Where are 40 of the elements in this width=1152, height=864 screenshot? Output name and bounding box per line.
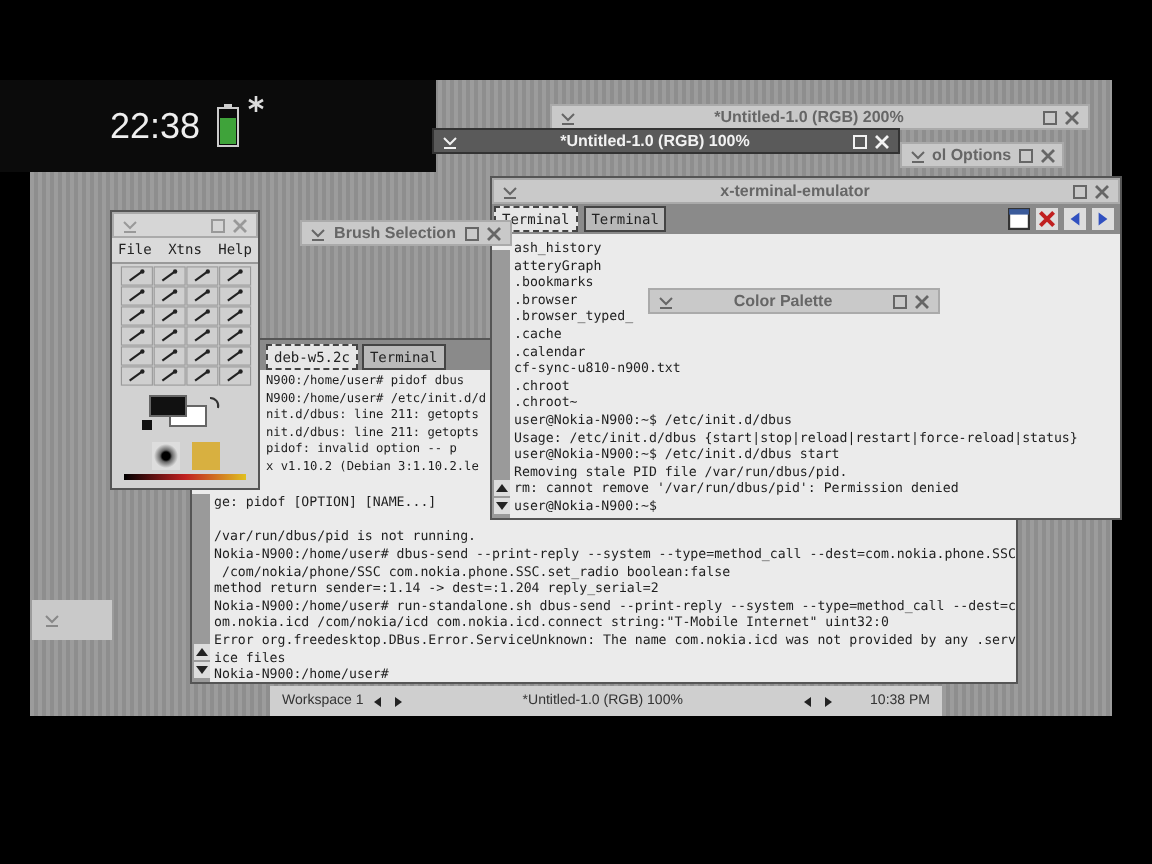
window-title: *Untitled-1.0 (RGB) 200% — [712, 108, 906, 126]
minimize-icon[interactable] — [560, 109, 576, 125]
close-tab-icon[interactable] — [1036, 208, 1058, 230]
gradient-preview[interactable] — [124, 474, 246, 480]
maximize-icon[interactable] — [1017, 147, 1034, 163]
window-title: Color Palette — [731, 292, 835, 310]
close-icon[interactable] — [1039, 147, 1056, 163]
brush-preview[interactable] — [151, 442, 179, 470]
left-arrow-icon[interactable] — [1064, 208, 1086, 230]
scrollbar[interactable] — [192, 494, 210, 682]
close-icon[interactable] — [486, 225, 502, 241]
window-title: x-terminal-emulator — [718, 182, 872, 200]
minimize-icon[interactable] — [910, 147, 926, 163]
clock: 22:38 — [110, 105, 201, 147]
maximize-icon[interactable] — [464, 225, 480, 241]
minimize-icon[interactable] — [658, 293, 674, 309]
right-arrow-icon[interactable] — [391, 695, 404, 707]
close-icon[interactable] — [914, 293, 930, 309]
maximize-icon[interactable] — [1042, 109, 1058, 125]
window-icon[interactable] — [1008, 208, 1030, 230]
window-title: *Untitled-1.0 (RGB) 100% — [558, 132, 752, 150]
maximize-icon[interactable] — [1072, 183, 1088, 199]
scroll-down-icon[interactable] — [493, 498, 509, 514]
window-title: Brush Selection — [332, 224, 458, 242]
scroll-up-icon[interactable] — [193, 644, 209, 660]
asterisk-icon — [248, 96, 265, 112]
scroll-down-icon[interactable] — [193, 662, 209, 678]
scrollbar[interactable] — [492, 250, 510, 518]
minimize-icon[interactable] — [310, 225, 326, 241]
right-arrow-icon[interactable] — [1092, 208, 1114, 230]
battery-icon — [216, 104, 241, 148]
left-arrow-icon[interactable] — [371, 695, 384, 707]
right-arrow-icon[interactable] — [822, 695, 835, 707]
left-arrow-icon[interactable] — [802, 695, 815, 707]
close-icon[interactable] — [1094, 183, 1110, 199]
close-icon[interactable] — [1064, 109, 1080, 125]
minimize-icon[interactable] — [502, 183, 518, 199]
window-title: ol Options — [932, 146, 1012, 164]
maximize-icon[interactable] — [892, 293, 908, 309]
scroll-up-icon[interactable] — [493, 480, 509, 496]
